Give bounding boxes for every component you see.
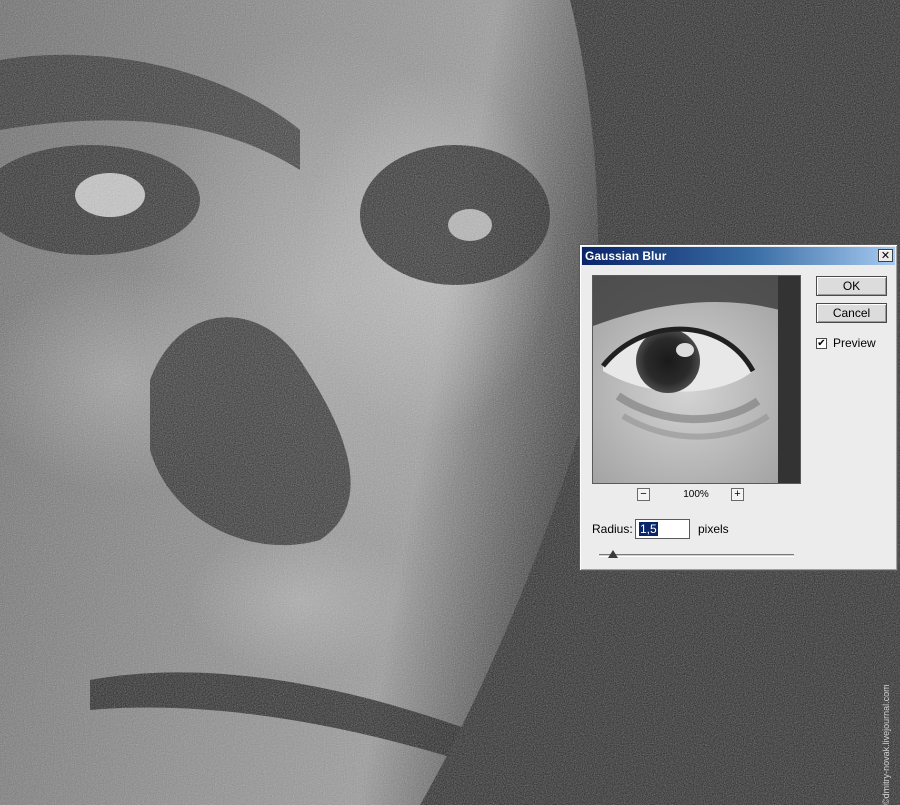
gaussian-blur-dialog: Gaussian Blur ✕ − 100% + OK Cancel ✔ Pre… [579,244,898,571]
preview-eye-image [593,276,800,483]
zoom-level: 100% [683,489,709,500]
close-button[interactable]: ✕ [878,249,893,262]
radius-label: Radius: [592,522,633,536]
dialog-titlebar[interactable]: Gaussian Blur ✕ [582,247,895,265]
check-icon: ✔ [817,338,826,349]
radius-units-label: pixels [698,522,729,536]
preview-window[interactable] [592,275,801,484]
zoom-out-button[interactable]: − [637,488,650,501]
radius-slider-thumb[interactable] [607,550,618,558]
dialog-title: Gaussian Blur [585,249,667,263]
cancel-button[interactable]: Cancel [816,303,887,323]
watermark: ©dmitry-novak.livejournal.com [881,684,891,805]
preview-label: Preview [833,336,876,350]
radius-input[interactable]: 1,5 [635,519,690,539]
preview-checkbox[interactable]: ✔ [816,338,827,349]
plus-icon: + [734,488,741,500]
ok-button[interactable]: OK [816,276,887,296]
zoom-in-button[interactable]: + [731,488,744,501]
minus-icon: − [640,488,647,500]
radius-value: 1,5 [639,522,658,536]
radius-slider-track[interactable] [599,554,794,557]
close-icon: ✕ [880,249,891,262]
